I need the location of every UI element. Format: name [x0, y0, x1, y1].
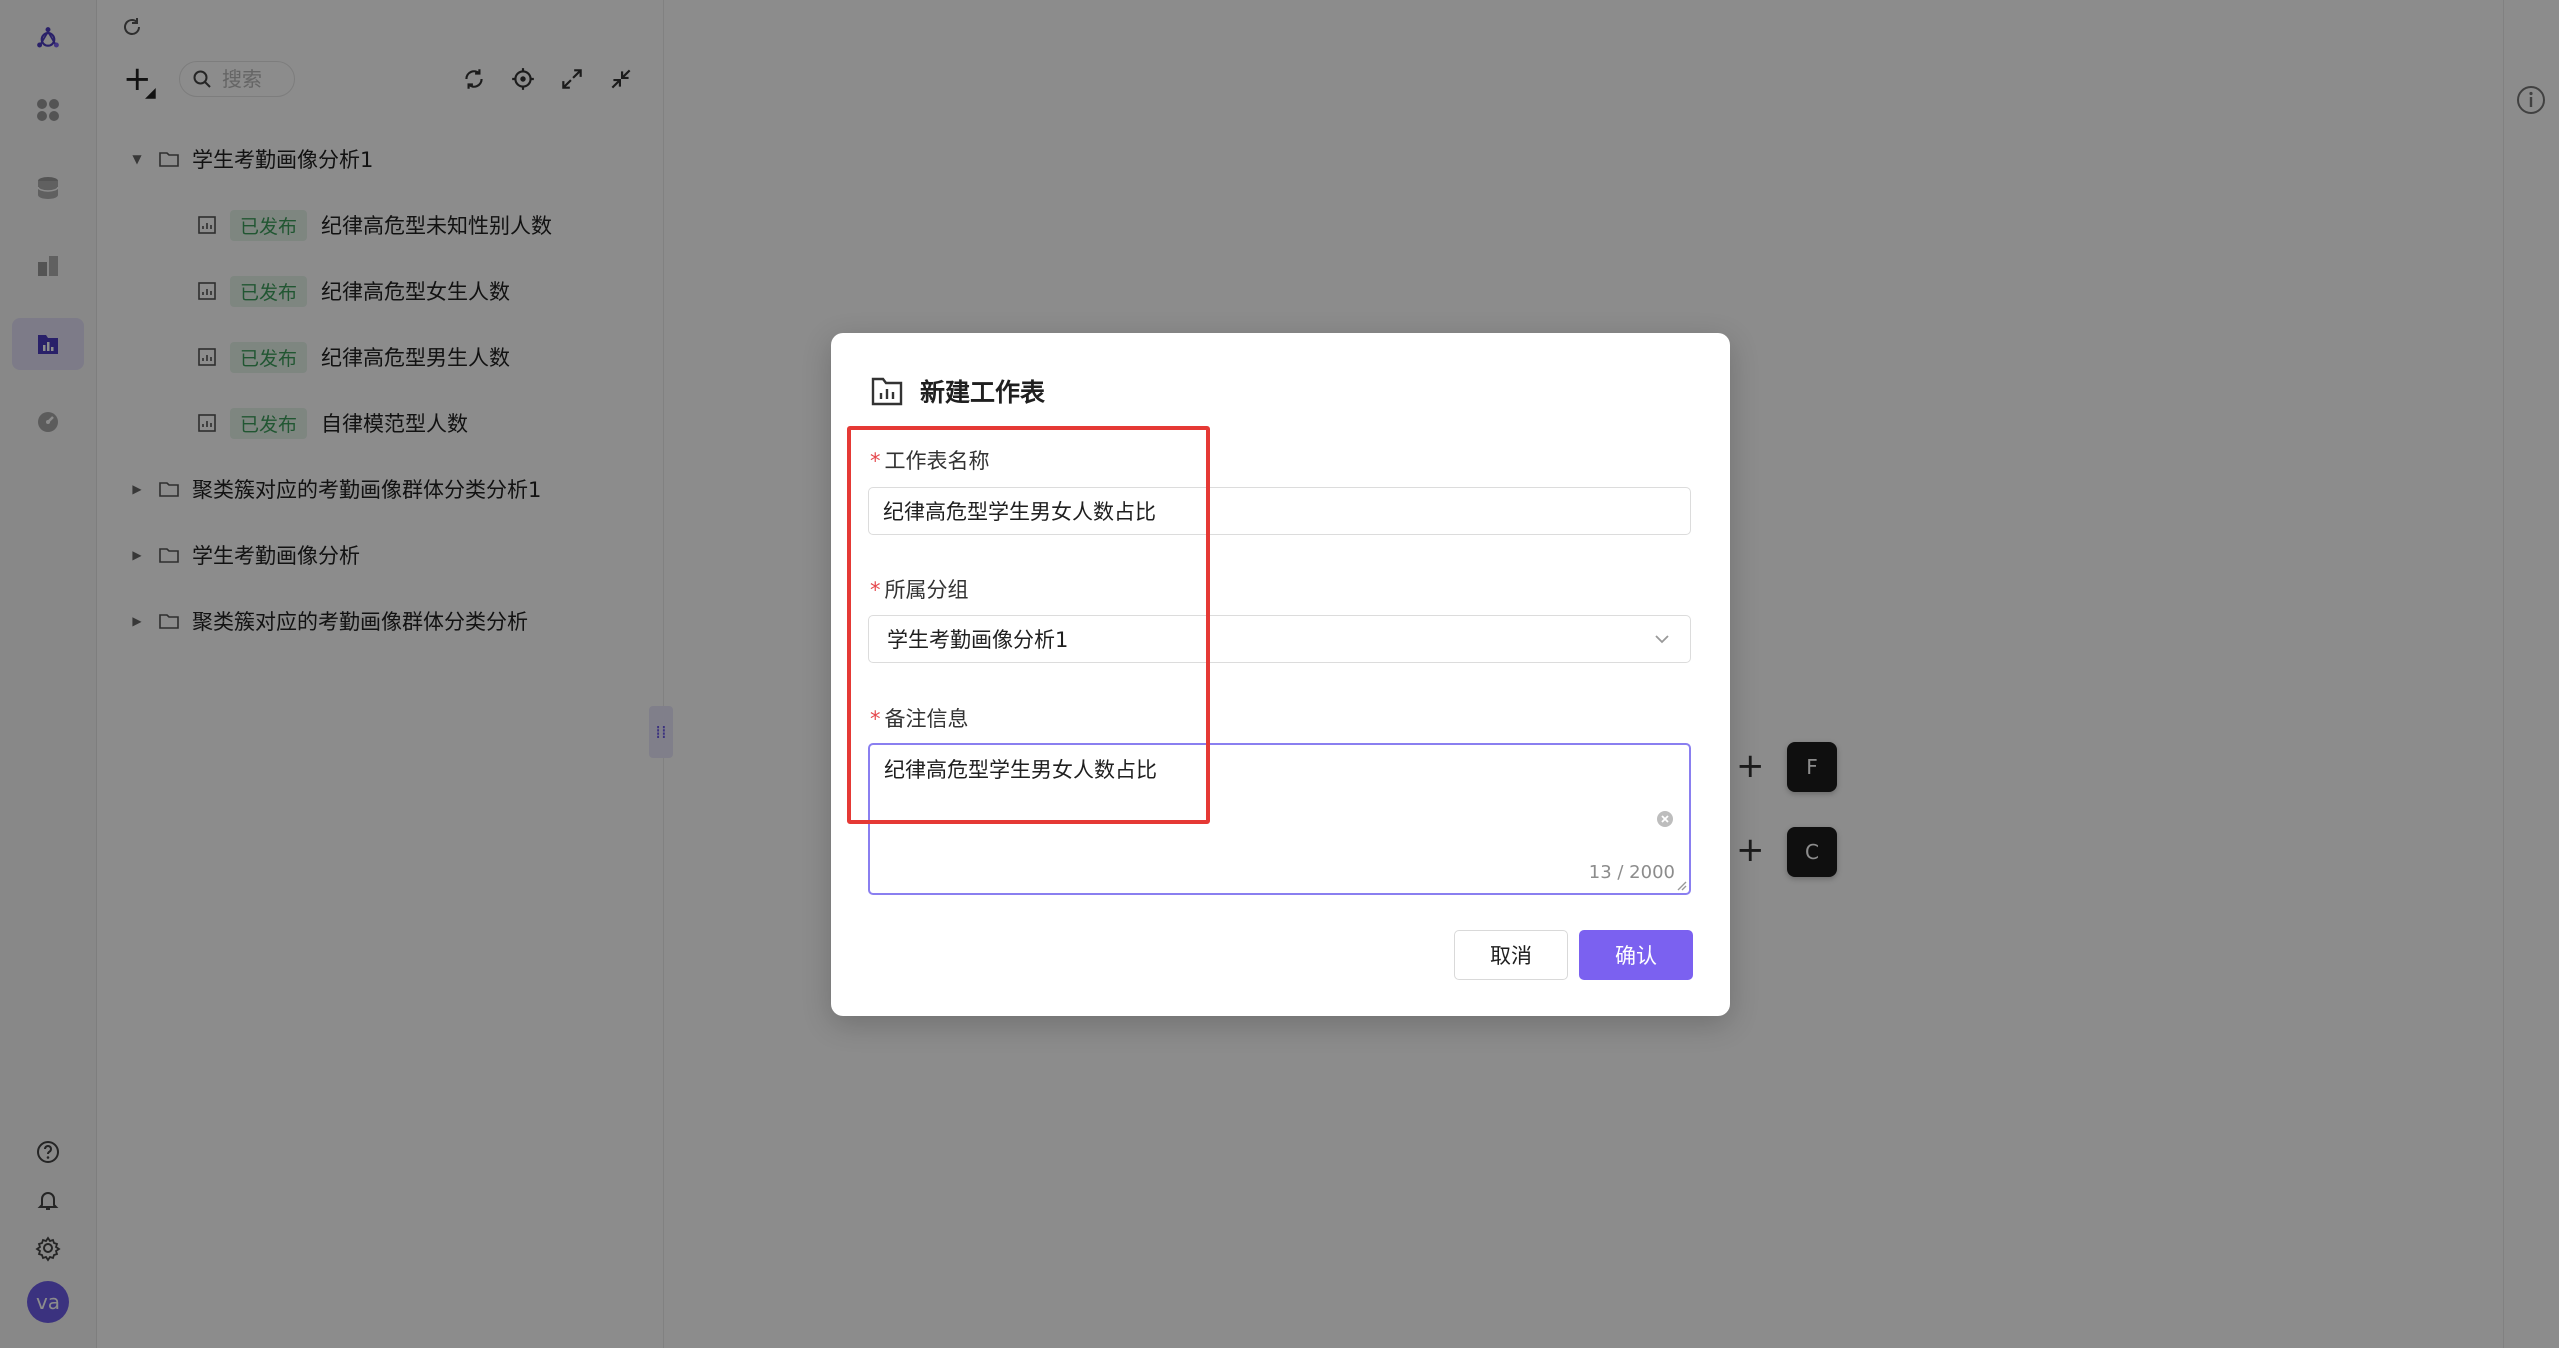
- dialog-title-text: 新建工作表: [920, 378, 1046, 407]
- chevron-down-icon: [1655, 635, 1669, 644]
- cancel-button[interactable]: 取消: [1454, 930, 1568, 980]
- clear-icon[interactable]: [1655, 809, 1675, 829]
- worksheet-icon: [871, 377, 903, 406]
- resize-grip-icon[interactable]: [1675, 879, 1687, 891]
- dialog-title: 新建工作表: [870, 371, 1045, 411]
- confirm-button[interactable]: 确认: [1579, 930, 1693, 980]
- annotation-highlight-box: [847, 426, 1210, 824]
- char-counter: 13 / 2000: [1588, 862, 1675, 883]
